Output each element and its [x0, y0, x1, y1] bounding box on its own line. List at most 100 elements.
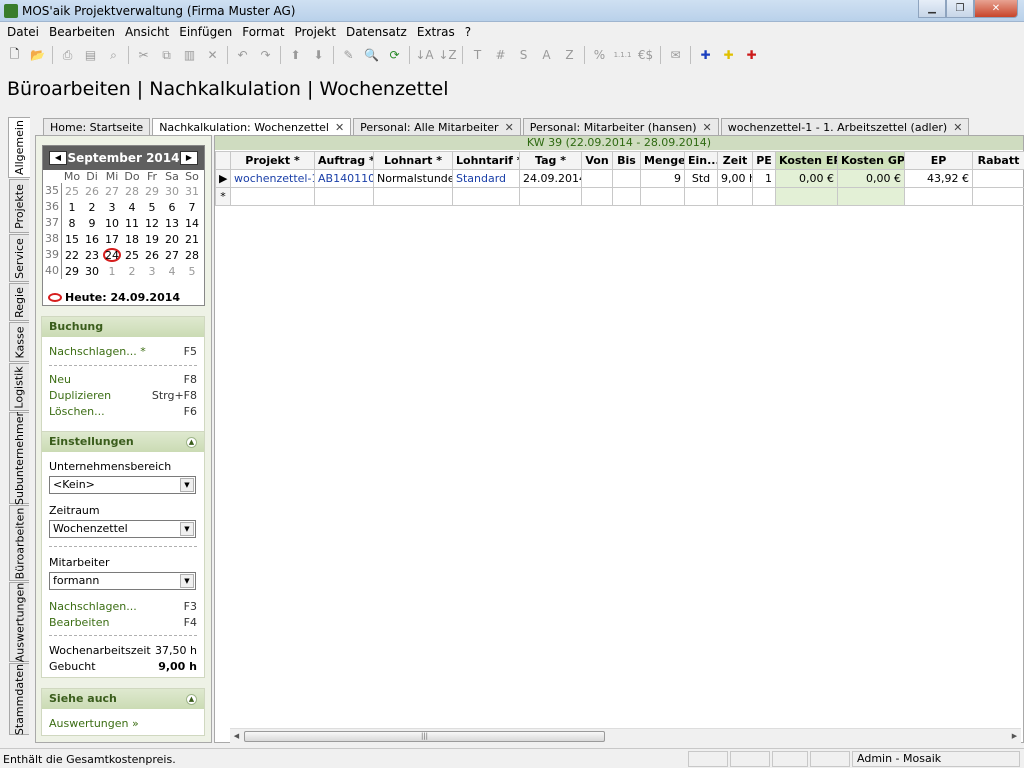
col-tag[interactable]: Tag * — [519, 151, 582, 170]
calendar-day[interactable]: 5 — [142, 201, 162, 214]
calendar-day[interactable]: 30 — [162, 185, 182, 198]
col-einheit[interactable]: Ein... — [684, 151, 718, 170]
calendar-day[interactable]: 7 — [182, 201, 202, 214]
cell-kosten-ep[interactable]: 0,00 € — [775, 169, 838, 188]
calendar-day[interactable]: 22 — [62, 249, 82, 262]
calendar-day[interactable]: 25 — [62, 185, 82, 198]
cut-icon[interactable]: ✂ — [132, 44, 155, 66]
calendar-day[interactable]: 14 — [182, 217, 202, 230]
text-icon[interactable]: T — [466, 44, 489, 66]
edit-pencil-icon[interactable]: ✎ — [337, 44, 360, 66]
col-lohnart[interactable]: Lohnart * — [373, 151, 453, 170]
hash-icon[interactable]: # — [489, 44, 512, 66]
calendar-day[interactable]: 3 — [142, 265, 162, 278]
cell-kosten-gp[interactable]: 0,00 € — [837, 169, 905, 188]
calendar-day[interactable]: 29 — [142, 185, 162, 198]
tab-home-startseite[interactable]: Home: Startseite — [43, 118, 151, 135]
tab-personal-alle-mitarbeiter[interactable]: Personal: Alle Mitarbeiter ✕ — [353, 118, 521, 135]
puzzle-red-icon[interactable]: ✚ — [740, 44, 763, 66]
close-tab-icon[interactable]: ✕ — [953, 121, 962, 134]
tab-personal-mitarbeiter-hansen[interactable]: Personal: Mitarbeiter (hansen) ✕ — [522, 118, 719, 135]
calendar-day[interactable]: 6 — [162, 201, 182, 214]
menu-einfuegen[interactable]: Einfügen — [174, 25, 237, 39]
calendar-day[interactable]: 27 — [102, 185, 122, 198]
cell-einheit[interactable]: Std — [684, 169, 718, 188]
puzzle-blue-icon[interactable]: ✚ — [694, 44, 717, 66]
today-link[interactable]: Heute: 24.09.2014 — [48, 291, 180, 304]
calendar-day[interactable]: 2 — [82, 201, 102, 214]
calendar-day[interactable]: 30 — [82, 265, 102, 278]
vtab-subunternehmer[interactable]: Subunternehmer — [9, 411, 29, 505]
calendar-day[interactable]: 29 — [62, 265, 82, 278]
scroll-right-icon[interactable]: ▶ — [1009, 731, 1020, 742]
vtab-auswertungen[interactable]: Auswertungen — [9, 582, 29, 662]
col-ep[interactable]: EP — [904, 151, 973, 170]
calendar-day[interactable]: 4 — [122, 201, 142, 214]
new-row-marker[interactable]: * — [215, 187, 231, 206]
calendar-day[interactable]: 15 — [62, 233, 82, 246]
calendar-day[interactable]: 19 — [142, 233, 162, 246]
vtab-projekte[interactable]: Projekte — [9, 179, 29, 233]
auswertungen-link[interactable]: Auswertungen » — [49, 717, 197, 730]
col-kosten-gp[interactable]: Kosten GP — [837, 151, 905, 170]
restore-button[interactable]: ❐ — [946, 0, 974, 18]
col-pe[interactable]: PE — [752, 151, 776, 170]
mitarbeiter-nachschlagen-link[interactable]: Nachschlagen... F3 — [49, 600, 197, 613]
cell-auftrag[interactable]: AB140110 — [314, 169, 374, 188]
chevron-down-icon[interactable]: ▼ — [180, 522, 194, 536]
chevron-down-icon[interactable]: ▼ — [180, 478, 194, 492]
cell-tag[interactable]: 24.09.2014 — [519, 169, 582, 188]
col-zeit[interactable]: Zeit — [717, 151, 753, 170]
mitarbeiter-select[interactable]: formann ▼ — [49, 572, 196, 590]
cell-rabatt[interactable] — [972, 169, 1024, 188]
zeitraum-select[interactable]: Wochenzettel ▼ — [49, 520, 196, 538]
calendar-day[interactable]: 5 — [182, 265, 202, 278]
vtab-logistik[interactable]: Logistik — [9, 363, 29, 411]
calendar-day[interactable]: 16 — [82, 233, 102, 246]
col-kosten-ep[interactable]: Kosten EP — [775, 151, 838, 170]
calendar-day[interactable]: 31 — [182, 185, 202, 198]
open-folder-icon[interactable]: 📂 — [26, 44, 49, 66]
calendar-day[interactable]: 23 — [82, 249, 102, 262]
cell-von[interactable] — [581, 169, 613, 188]
cell-zeit[interactable]: 9,00 h — [717, 169, 753, 188]
cell-lohnart[interactable]: Normalstunden — [373, 169, 453, 188]
refresh-icon[interactable]: ⟳ — [383, 44, 406, 66]
calendar-day[interactable]: 17 — [102, 233, 122, 246]
calendar-day[interactable]: 12 — [142, 217, 162, 230]
mail-icon[interactable]: ✉ — [664, 44, 687, 66]
percent-icon[interactable]: % — [588, 44, 611, 66]
redo-icon[interactable]: ↷ — [254, 44, 277, 66]
preview-search-icon[interactable]: ⌕ — [102, 44, 125, 66]
calendar-day[interactable]: 1 — [102, 265, 122, 278]
calendar-day[interactable]: 8 — [62, 217, 82, 230]
calendar-day[interactable]: 24 — [103, 248, 121, 262]
menu-help[interactable]: ? — [460, 25, 476, 39]
col-von[interactable]: Von — [581, 151, 613, 170]
puzzle-yellow-icon[interactable]: ✚ — [717, 44, 740, 66]
close-tab-icon[interactable]: ✕ — [505, 121, 514, 134]
cell-pe[interactable]: 1 — [752, 169, 776, 188]
calendar-day[interactable]: 28 — [122, 185, 142, 198]
prev-month-button[interactable]: ◀ — [49, 151, 67, 165]
row-indicator-icon[interactable]: ▶ — [215, 169, 231, 188]
menu-datensatz[interactable]: Datensatz — [341, 25, 412, 39]
menu-ansicht[interactable]: Ansicht — [120, 25, 174, 39]
horizontal-scrollbar[interactable]: ◀ ||| ▶ — [230, 728, 1021, 743]
tab-nachkalkulation-wochenzettel[interactable]: Nachkalkulation: Wochenzettel ✕ — [152, 118, 352, 135]
col-bis[interactable]: Bis — [612, 151, 641, 170]
calendar-day[interactable]: 13 — [162, 217, 182, 230]
vtab-allgemein[interactable]: Allgemein — [8, 117, 30, 178]
calendar-day[interactable]: 26 — [82, 185, 102, 198]
calendar-day[interactable]: 11 — [122, 217, 142, 230]
col-menge[interactable]: Menge — [640, 151, 685, 170]
sort-descending-icon[interactable]: ↓Z — [436, 44, 459, 66]
vtab-kasse[interactable]: Kasse — [9, 322, 29, 362]
calendar-day[interactable]: 10 — [102, 217, 122, 230]
minimize-button[interactable]: ▁ — [918, 0, 946, 18]
menu-datei[interactable]: Datei — [2, 25, 44, 39]
print-preview-icon[interactable]: ▤ — [79, 44, 102, 66]
col-rabatt[interactable]: Rabatt — [972, 151, 1024, 170]
duplizieren-link[interactable]: Duplizieren Strg+F8 — [49, 389, 197, 402]
numbering-icon[interactable]: 1.1.1 — [611, 44, 634, 66]
